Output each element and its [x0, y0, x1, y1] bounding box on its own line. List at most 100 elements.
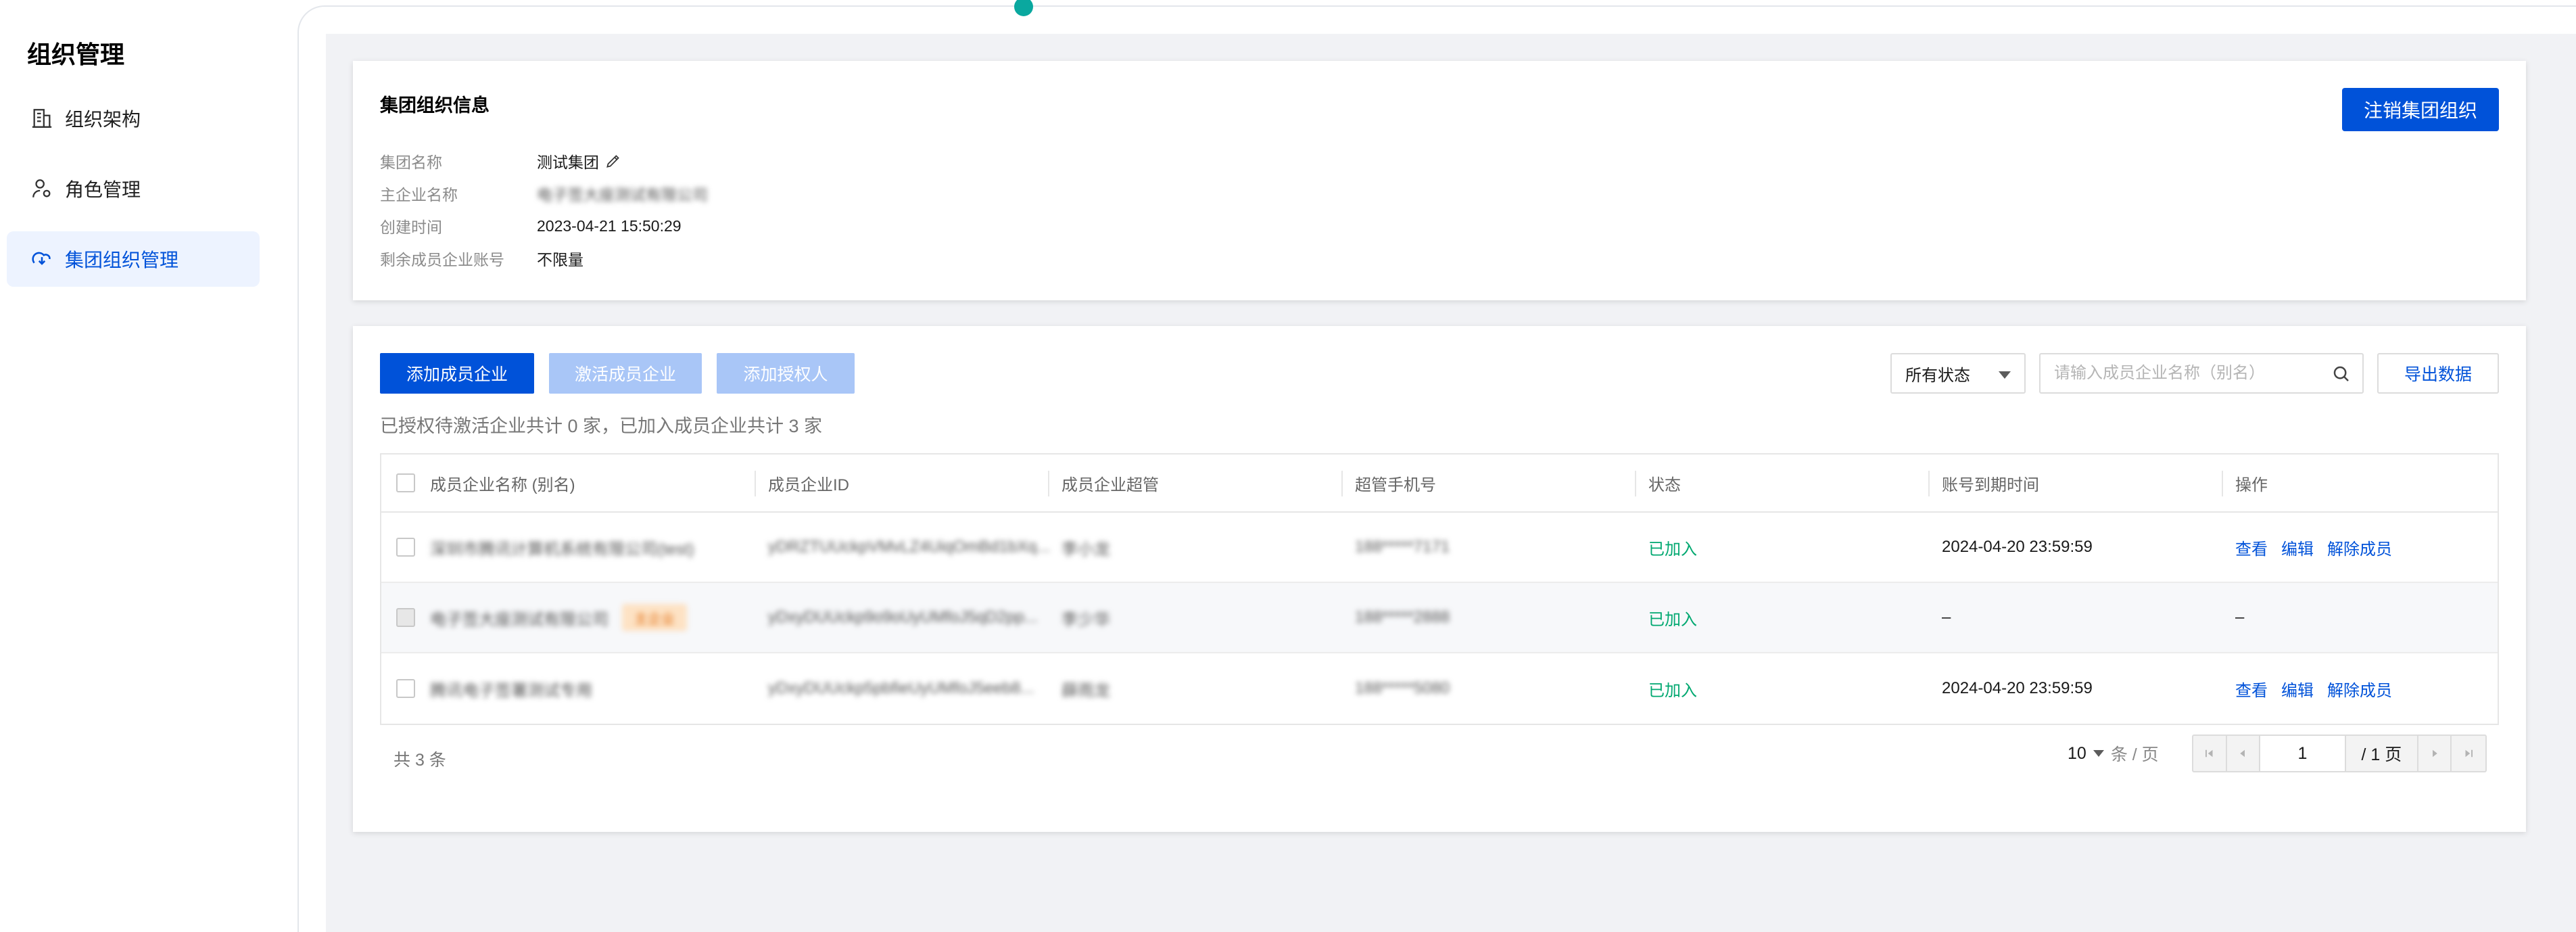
edit-link[interactable]: 编辑 [2281, 677, 2314, 701]
page-size-select[interactable]: 10 条 / 页 [2068, 735, 2159, 772]
member-expire: 2024-04-20 23:59:59 [1942, 679, 2093, 697]
sidebar-item-role-management[interactable]: 角色管理 [7, 161, 260, 216]
header-phone: 超管手机号 [1341, 455, 1635, 511]
row-checkbox [396, 608, 415, 627]
first-page-button[interactable] [2193, 736, 2227, 771]
member-status: 已加入 [1648, 610, 1697, 629]
info-label: 创建时间 [380, 218, 442, 236]
member-table: 成员企业名称 (别名) 成员企业ID 成员企业超管 超管手机号 状态 账号到期时… [380, 453, 2499, 725]
caret-down-icon [2093, 750, 2104, 757]
building-icon [28, 105, 55, 132]
row-checkbox-cell [381, 653, 430, 724]
add-member-button[interactable]: 添加成员企业 [380, 353, 534, 394]
header-status: 状态 [1635, 455, 1928, 511]
created-time-value: 2023-04-21 15:50:29 [537, 216, 682, 235]
group-name-value: 测试集团 [537, 154, 599, 171]
member-phone: 188*****7171 [1355, 538, 1450, 556]
info-row-group-name: 集团名称 测试集团 [380, 147, 622, 174]
remove-member-link[interactable]: 解除成员 [2327, 536, 2392, 559]
member-id: yDxyDUUckp5pbfieUyUMfoJ5eeb8... [768, 679, 1034, 697]
last-page-button[interactable] [2452, 736, 2485, 771]
sidebar-title: 组织管理 [27, 41, 125, 68]
member-admin: 李小龙 [1062, 540, 1110, 559]
info-row-remaining-accounts: 剩余成员企业账号 不限量 [380, 245, 583, 272]
next-page-button[interactable] [2418, 736, 2452, 771]
page-total: / 1 页 [2346, 736, 2418, 771]
caret-down-icon [1999, 371, 2011, 379]
view-link[interactable]: 查看 [2235, 677, 2268, 701]
row-checkbox[interactable] [396, 538, 415, 557]
page-size-unit: 条 / 页 [2110, 745, 2159, 764]
member-ops: 查看 编辑 解除成员 [2222, 513, 2498, 582]
member-id: yDRZTUUckpVMvLZ4UiqOmBd1bXq... [768, 538, 1051, 556]
first-page-icon [2205, 749, 2213, 758]
member-phone: 188*****2888 [1355, 608, 1450, 626]
sidebar-item-group-org-management[interactable]: 集团组织管理 [7, 231, 260, 287]
org-cloud-icon [28, 246, 55, 273]
member-list-card: 添加成员企业 激活成员企业 添加授权人 所有状态 导出数据 已授权待激活企业共计… [353, 326, 2526, 832]
status-filter-select[interactable]: 所有状态 [1890, 353, 2026, 394]
view-link[interactable]: 查看 [2235, 536, 2268, 559]
select-all-checkbox[interactable] [396, 473, 415, 492]
info-row-main-enterprise: 主企业名称 电子签大座测试有限公司 [380, 180, 708, 207]
member-phone-cell: 188*****7171 [1341, 513, 1635, 582]
last-page-icon [2465, 749, 2473, 758]
member-id-cell: yDxyDUUckp9o9oUyUMfoJ5qD2pp... [755, 583, 1048, 652]
header-id: 成员企业ID [755, 455, 1048, 511]
edit-link[interactable]: 编辑 [2281, 536, 2314, 559]
member-phone: 188*****5080 [1355, 679, 1450, 697]
prev-page-button[interactable] [2227, 736, 2261, 771]
sidebar-item-label: 组织架构 [65, 109, 141, 130]
page-number-input[interactable]: 1 [2260, 736, 2346, 771]
member-id: yDxyDUUckp9o9oUyUMfoJ5qD2pp... [768, 608, 1038, 626]
member-admin-cell: 李小龙 [1048, 513, 1341, 582]
table-row: 腾讯电子签署测试专用 yDxyDUUckp5pbfieUyUMfoJ5eeb8.… [381, 653, 2498, 724]
group-info-card: 集团组织信息 注销集团组织 集团名称 测试集团 主企业名称 电子签大座测试有限公… [353, 61, 2526, 300]
activate-member-button[interactable]: 激活成员企业 [549, 353, 702, 394]
info-label: 集团名称 [380, 154, 442, 171]
table-row: 深圳市腾讯计算机系统有限公司(test) yDRZTUUckpVMvLZ4Uiq… [381, 513, 2498, 583]
decorative-dot [1014, 0, 1033, 16]
member-ops: 查看 编辑 解除成员 [2222, 653, 2498, 724]
pagination: 1 / 1 页 [2192, 735, 2487, 772]
header-checkbox-cell [381, 455, 430, 511]
status-filter-value: 所有状态 [1905, 366, 1970, 385]
next-page-icon [2432, 749, 2437, 758]
table-row: 电子签大座测试有限公司 主企业 yDxyDUUckp9o9oUyUMfoJ5qD… [381, 583, 2498, 653]
member-admin-cell: 薛雨龙 [1048, 653, 1341, 724]
pencil-icon[interactable] [604, 152, 622, 170]
search-box [2039, 353, 2364, 394]
member-admin: 薛雨龙 [1062, 681, 1110, 700]
add-authorizer-button[interactable]: 添加授权人 [717, 353, 855, 394]
user-settings-icon [28, 175, 55, 202]
summary-text: 已授权待激活企业共计 0 家，已加入成员企业共计 3 家 [380, 416, 823, 436]
sidebar-item-label: 集团组织管理 [65, 250, 179, 271]
member-admin: 李少华 [1062, 610, 1110, 629]
member-ops: – [2222, 583, 2498, 652]
remaining-accounts-value: 不限量 [537, 251, 583, 269]
dissolve-group-button[interactable]: 注销集团组织 [2342, 88, 2499, 131]
member-id-cell: yDRZTUUckpVMvLZ4UiqOmBd1bXq... [755, 513, 1051, 582]
main-enterprise-tag: 主企业 [622, 604, 687, 631]
member-name-cell: 深圳市腾讯计算机系统有限公司(test) [430, 513, 755, 582]
member-phone-cell: 188*****5080 [1341, 653, 1635, 724]
member-name: 电子签大座测试有限公司 [430, 610, 609, 629]
search-icon[interactable] [2331, 364, 2352, 388]
remove-member-link[interactable]: 解除成员 [2327, 677, 2392, 701]
header-name: 成员企业名称 (别名) [430, 475, 575, 494]
member-name-cell: 腾讯电子签署测试专用 [430, 653, 755, 724]
info-label: 剩余成员企业账号 [380, 251, 504, 269]
member-phone-cell: 188*****2888 [1341, 583, 1635, 652]
row-checkbox-cell [381, 583, 430, 652]
member-name-cell: 电子签大座测试有限公司 主企业 [430, 583, 755, 652]
main-enterprise-value: 电子签大座测试有限公司 [537, 186, 708, 204]
table-header: 成员企业名称 (别名) 成员企业ID 成员企业超管 超管手机号 状态 账号到期时… [381, 455, 2498, 513]
member-status: 已加入 [1648, 540, 1697, 559]
member-expire: 2024-04-20 23:59:59 [1942, 538, 2093, 556]
export-data-button[interactable]: 导出数据 [2377, 353, 2499, 394]
search-input[interactable] [2054, 356, 2324, 391]
member-admin-cell: 李少华 [1048, 583, 1341, 652]
header-ops: 操作 [2222, 455, 2498, 511]
sidebar-item-org-structure[interactable]: 组织架构 [7, 91, 260, 146]
row-checkbox[interactable] [396, 679, 415, 698]
